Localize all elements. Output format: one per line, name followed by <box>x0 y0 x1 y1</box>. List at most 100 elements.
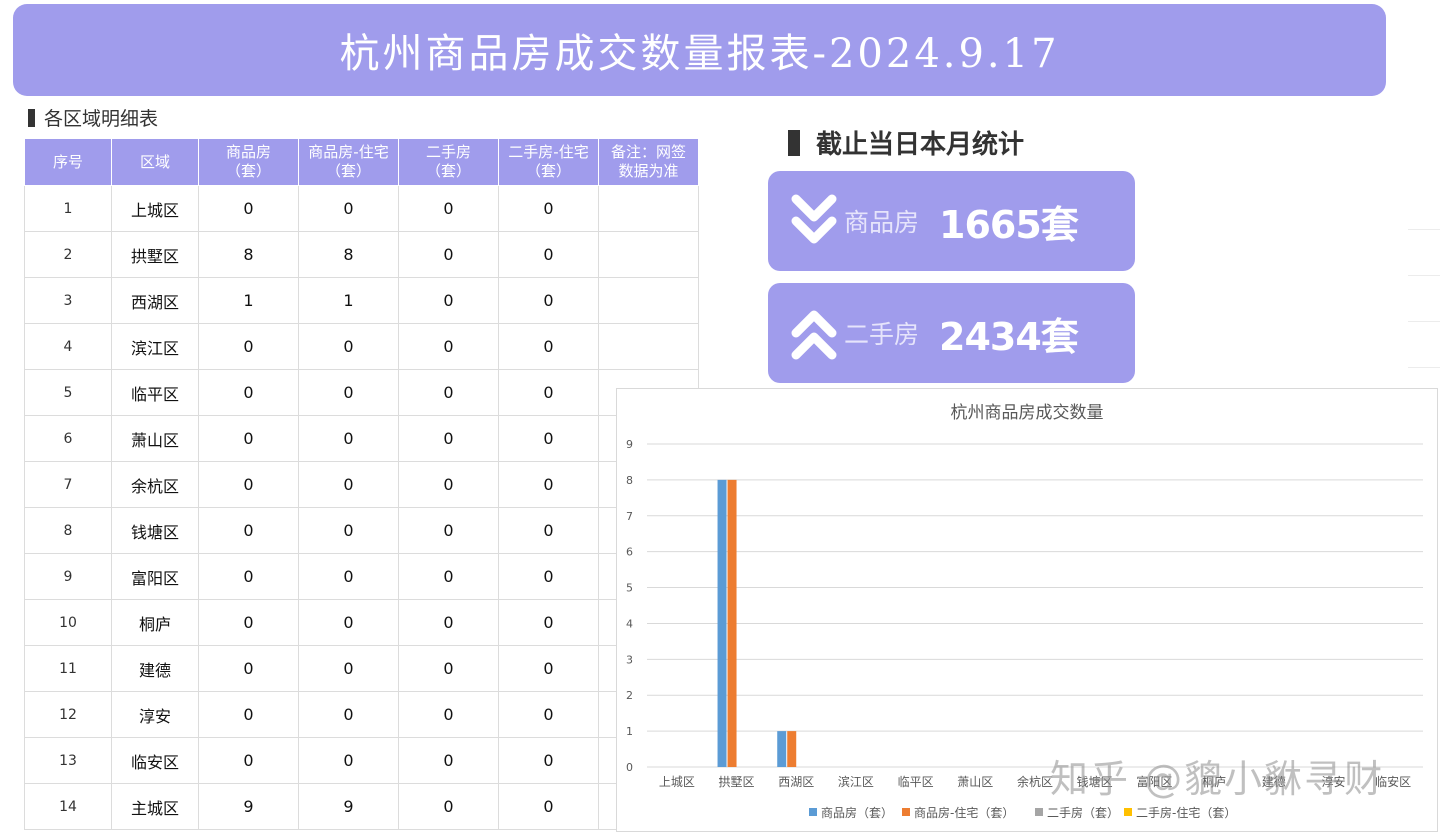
table-cell[interactable]: 0 <box>398 737 499 784</box>
table-cell[interactable]: 9 <box>24 553 112 600</box>
table-cell[interactable]: 3 <box>24 277 112 324</box>
table-cell[interactable]: 0 <box>398 185 499 232</box>
table-cell[interactable]: 10 <box>24 599 112 646</box>
table-cell[interactable]: 0 <box>298 461 399 508</box>
table-cell[interactable]: 14 <box>24 783 112 830</box>
table-cell[interactable]: 12 <box>24 691 112 738</box>
table-cell[interactable]: 8 <box>298 231 399 278</box>
table-cell[interactable]: 9 <box>198 783 299 830</box>
table-cell[interactable]: 0 <box>398 691 499 738</box>
table-cell[interactable]: 0 <box>298 691 399 738</box>
table-cell[interactable]: 8 <box>198 231 299 278</box>
table-cell[interactable]: 0 <box>298 553 399 600</box>
table-cell[interactable]: 0 <box>198 323 299 370</box>
table-cell[interactable]: 2 <box>24 231 112 278</box>
table-cell[interactable]: 西湖区 <box>111 277 199 324</box>
table-cell[interactable]: 0 <box>398 553 499 600</box>
table-cell[interactable]: 0 <box>498 277 599 324</box>
table-cell[interactable]: 0 <box>198 461 299 508</box>
table-cell[interactable]: 0 <box>198 185 299 232</box>
table-cell[interactable]: 0 <box>498 553 599 600</box>
table-cell[interactable]: 11 <box>24 645 112 692</box>
table-cell[interactable]: 0 <box>198 369 299 416</box>
table-cell[interactable]: 0 <box>198 645 299 692</box>
double-chevron-down-icon <box>791 194 837 244</box>
table-cell[interactable]: 0 <box>498 507 599 554</box>
table-cell[interactable]: 0 <box>498 185 599 232</box>
table-cell[interactable]: 桐庐 <box>111 599 199 646</box>
table-cell[interactable]: 淳安 <box>111 691 199 738</box>
table-header-row: 序号 区域 商品房 （套） 商品房-住宅 （套） 二手房 （套） 二手房-住宅 （套） 备注… <box>24 138 699 186</box>
table-cell[interactable]: 临平区 <box>111 369 199 416</box>
table-cell[interactable]: 13 <box>24 737 112 784</box>
table-cell[interactable]: 1 <box>298 277 399 324</box>
table-cell[interactable]: 0 <box>498 645 599 692</box>
table-cell[interactable]: 0 <box>398 277 499 324</box>
table-cell[interactable]: 0 <box>398 461 499 508</box>
table-cell[interactable]: 0 <box>498 231 599 278</box>
table-cell[interactable]: 余杭区 <box>111 461 199 508</box>
table-cell[interactable]: 1 <box>24 185 112 232</box>
table-cell[interactable]: 0 <box>498 691 599 738</box>
table-cell[interactable]: 上城区 <box>111 185 199 232</box>
table-cell[interactable]: 0 <box>398 507 499 554</box>
table-cell[interactable] <box>598 185 699 232</box>
table-cell[interactable]: 0 <box>298 599 399 646</box>
table-cell[interactable] <box>598 231 699 278</box>
table-cell[interactable]: 0 <box>298 185 399 232</box>
y-tick-label: 9 <box>626 438 633 451</box>
table-cell[interactable]: 0 <box>198 507 299 554</box>
legend-swatch <box>1035 808 1043 816</box>
table-cell[interactable]: 0 <box>298 369 399 416</box>
table-cell[interactable]: 临安区 <box>111 737 199 784</box>
table-cell[interactable]: 萧山区 <box>111 415 199 462</box>
table-cell[interactable]: 7 <box>24 461 112 508</box>
table-cell[interactable]: 0 <box>498 323 599 370</box>
table-cell[interactable]: 钱塘区 <box>111 507 199 554</box>
table-cell[interactable]: 0 <box>398 231 499 278</box>
table-cell[interactable]: 建德 <box>111 645 199 692</box>
table-cell[interactable]: 8 <box>24 507 112 554</box>
table-cell[interactable]: 0 <box>398 415 499 462</box>
table-cell[interactable]: 0 <box>198 599 299 646</box>
table-cell[interactable]: 9 <box>298 783 399 830</box>
table-cell[interactable]: 0 <box>198 415 299 462</box>
table-cell[interactable]: 0 <box>198 691 299 738</box>
monthly-section-label: 截止当日本月统计 <box>788 124 1024 161</box>
table-cell[interactable]: 0 <box>298 323 399 370</box>
table-cell[interactable]: 0 <box>498 461 599 508</box>
stat-value: 1665套 <box>939 202 1079 247</box>
column-header: 序号 <box>24 138 112 186</box>
table-cell[interactable]: 0 <box>398 599 499 646</box>
x-tick-label: 上城区 <box>659 775 695 789</box>
x-tick-label: 余杭区 <box>1017 774 1053 789</box>
table-cell[interactable]: 0 <box>398 783 499 830</box>
table-cell[interactable]: 0 <box>198 737 299 784</box>
table-cell[interactable]: 滨江区 <box>111 323 199 370</box>
stat-card-second-hand: 二手房 2434套 <box>768 283 1135 383</box>
table-cell[interactable]: 6 <box>24 415 112 462</box>
table-cell[interactable]: 0 <box>298 737 399 784</box>
table-cell[interactable]: 主城区 <box>111 783 199 830</box>
table-cell[interactable]: 0 <box>198 553 299 600</box>
table-cell[interactable]: 0 <box>398 369 499 416</box>
table-cell[interactable]: 0 <box>298 507 399 554</box>
table-cell[interactable]: 1 <box>198 277 299 324</box>
table-cell[interactable]: 0 <box>298 645 399 692</box>
table-cell[interactable]: 5 <box>24 369 112 416</box>
table-cell[interactable]: 4 <box>24 323 112 370</box>
table-cell[interactable]: 0 <box>298 415 399 462</box>
table-cell[interactable]: 0 <box>398 323 499 370</box>
table-cell[interactable]: 拱墅区 <box>111 231 199 278</box>
table-cell[interactable]: 富阳区 <box>111 553 199 600</box>
table-cell[interactable]: 0 <box>498 737 599 784</box>
table-cell[interactable]: 0 <box>498 599 599 646</box>
table-cell[interactable] <box>598 277 699 324</box>
y-tick-label: 3 <box>626 653 633 666</box>
table-cell[interactable]: 0 <box>398 645 499 692</box>
table-cell[interactable]: 0 <box>498 415 599 462</box>
table-cell[interactable]: 0 <box>498 369 599 416</box>
table-row: 12 淳安 0 0 0 0 <box>24 691 699 738</box>
table-cell[interactable]: 0 <box>498 783 599 830</box>
table-cell[interactable] <box>598 323 699 370</box>
